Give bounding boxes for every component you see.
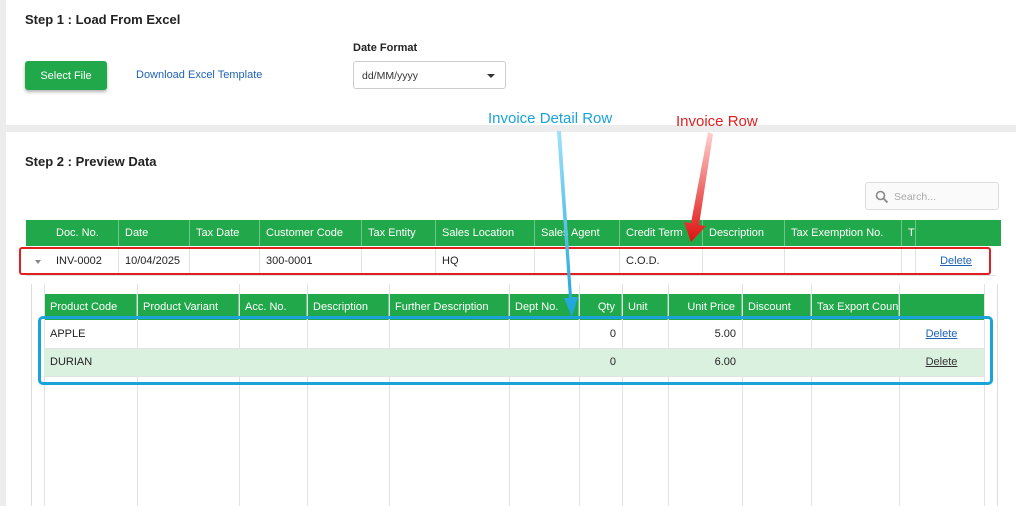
col-description[interactable]: Description <box>703 220 785 246</box>
col-tax-entity[interactable]: Tax Entity <box>362 220 436 246</box>
invoice-row-highlight-box <box>19 247 991 275</box>
col-sales-location[interactable]: Sales Location <box>436 220 535 246</box>
search-placeholder: Search... <box>894 191 937 203</box>
detail-row-highlight-box <box>38 316 993 385</box>
annotation-detail-label: Invoice Detail Row <box>488 110 613 127</box>
col-tax-exemption[interactable]: Tax Exemption No. <box>785 220 902 246</box>
step1-title: Step 1 : Load From Excel <box>25 12 181 27</box>
step2-title: Step 2 : Preview Data <box>25 154 157 169</box>
col-doc-no[interactable]: Doc. No. <box>26 220 119 246</box>
download-template-link[interactable]: Download Excel Template <box>136 69 262 81</box>
date-format-value: dd/MM/yyyy <box>362 70 419 82</box>
col-customer-code[interactable]: Customer Code <box>260 220 362 246</box>
select-file-button[interactable]: Select File <box>25 61 107 90</box>
date-format-select[interactable]: dd/MM/yyyy <box>353 61 506 89</box>
date-format-label: Date Format <box>353 42 418 54</box>
col-credit-term[interactable]: Credit Term <box>620 220 703 246</box>
search-input[interactable]: Search... <box>865 182 999 210</box>
col-tax-date[interactable]: Tax Date <box>190 220 260 246</box>
annotation-invoice-label: Invoice Row <box>676 113 758 130</box>
chevron-down-icon <box>487 74 495 78</box>
search-icon <box>875 190 889 204</box>
col-sales-agent[interactable]: Sales Agent <box>535 220 620 246</box>
step1-panel: Step 1 : Load From Excel Select File Dow… <box>6 0 1016 125</box>
invoice-table-header: Doc. No. Date Tax Date Customer Code Tax… <box>26 220 1001 246</box>
col-t[interactable]: T <box>902 220 916 246</box>
col-date[interactable]: Date <box>119 220 190 246</box>
